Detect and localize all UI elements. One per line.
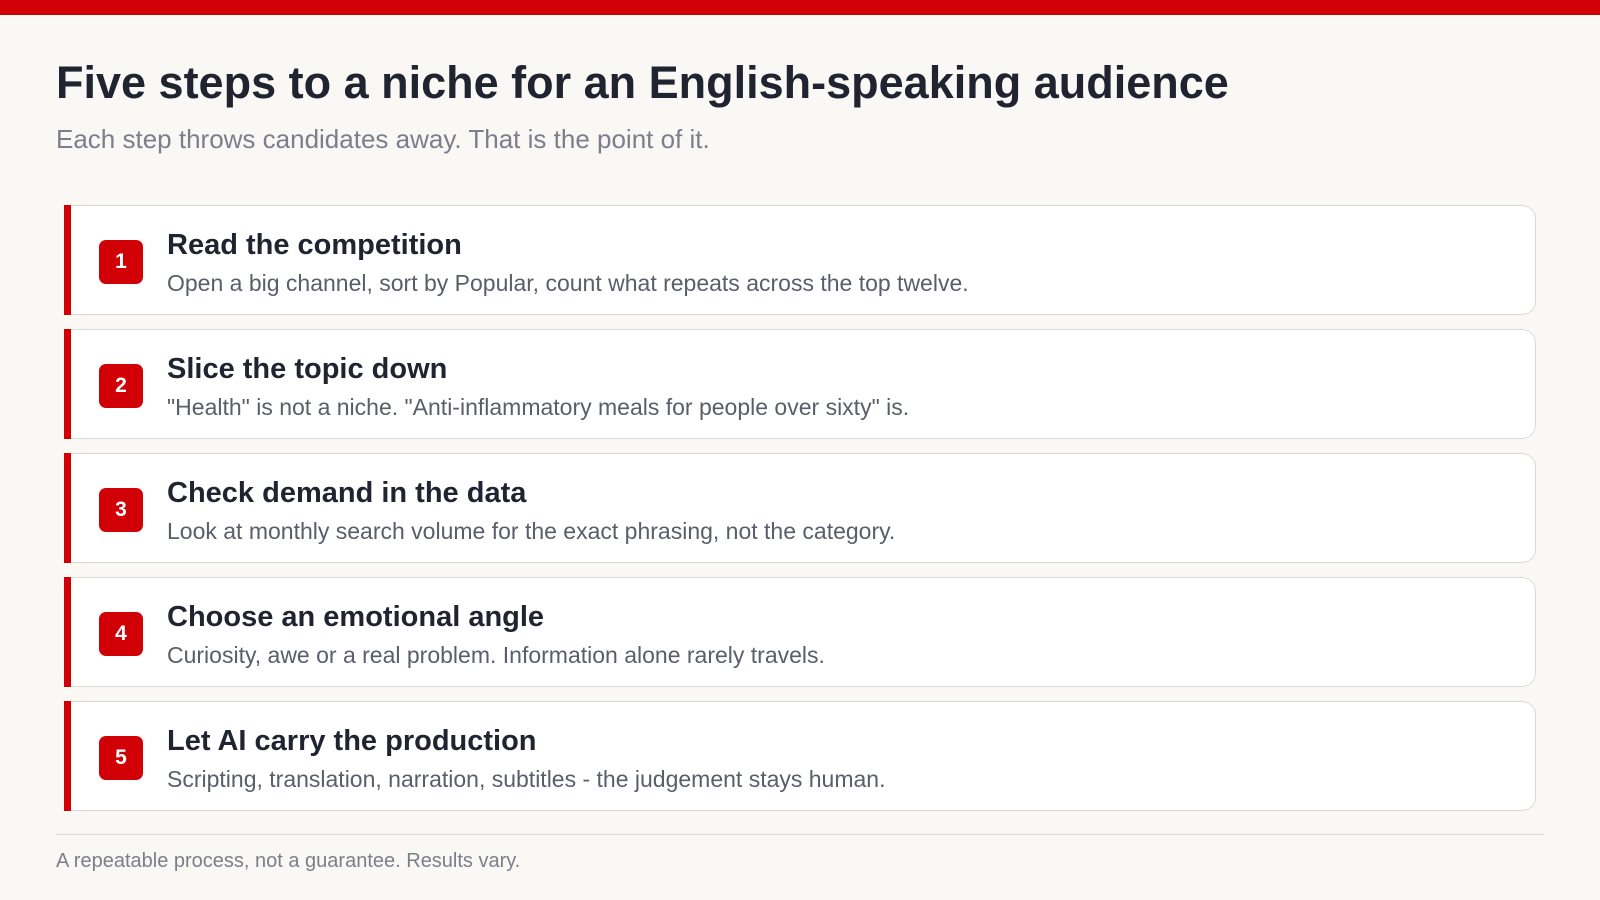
- step-number-badge: 4: [99, 612, 143, 656]
- step-description: Look at monthly search volume for the ex…: [167, 518, 896, 544]
- step-item-4: 4 Choose an emotional angle Curiosity, a…: [64, 577, 1536, 687]
- step-number-badge: 1: [99, 240, 143, 284]
- step-item-3: 3 Check demand in the data Look at month…: [64, 453, 1536, 563]
- step-item-2: 2 Slice the topic down "Health" is not a…: [64, 329, 1536, 439]
- page-subtitle: Each step throws candidates away. That i…: [56, 124, 710, 154]
- step-title: Choose an emotional angle: [167, 601, 545, 633]
- top-accent-bar: [0, 0, 1600, 15]
- step-description: Scripting, translation, narration, subti…: [167, 766, 886, 792]
- footer-note: A repeatable process, not a guarantee. R…: [56, 850, 521, 872]
- steps-list: 1 Read the competition Open a big channe…: [64, 205, 1536, 825]
- step-item-1: 1 Read the competition Open a big channe…: [64, 205, 1536, 315]
- step-title: Slice the topic down: [167, 353, 448, 385]
- page-title: Five steps to a niche for an English-spe…: [56, 57, 1229, 108]
- step-description: Open a big channel, sort by Popular, cou…: [167, 270, 969, 296]
- step-number-badge: 5: [99, 736, 143, 780]
- step-number-badge: 2: [99, 364, 143, 408]
- step-title: Check demand in the data: [167, 477, 527, 509]
- step-description: Curiosity, awe or a real problem. Inform…: [167, 642, 825, 668]
- step-card: 1 Read the competition Open a big channe…: [71, 205, 1536, 315]
- step-card: 3 Check demand in the data Look at month…: [71, 453, 1536, 563]
- step-number-badge: 3: [99, 488, 143, 532]
- step-title: Let AI carry the production: [167, 725, 537, 757]
- step-card: 4 Choose an emotional angle Curiosity, a…: [71, 577, 1536, 687]
- step-item-5: 5 Let AI carry the production Scripting,…: [64, 701, 1536, 811]
- step-card: 5 Let AI carry the production Scripting,…: [71, 701, 1536, 811]
- step-title: Read the competition: [167, 229, 462, 261]
- step-card: 2 Slice the topic down "Health" is not a…: [71, 329, 1536, 439]
- footer-divider: [56, 834, 1544, 835]
- step-description: "Health" is not a niche. "Anti-inflammat…: [167, 394, 910, 420]
